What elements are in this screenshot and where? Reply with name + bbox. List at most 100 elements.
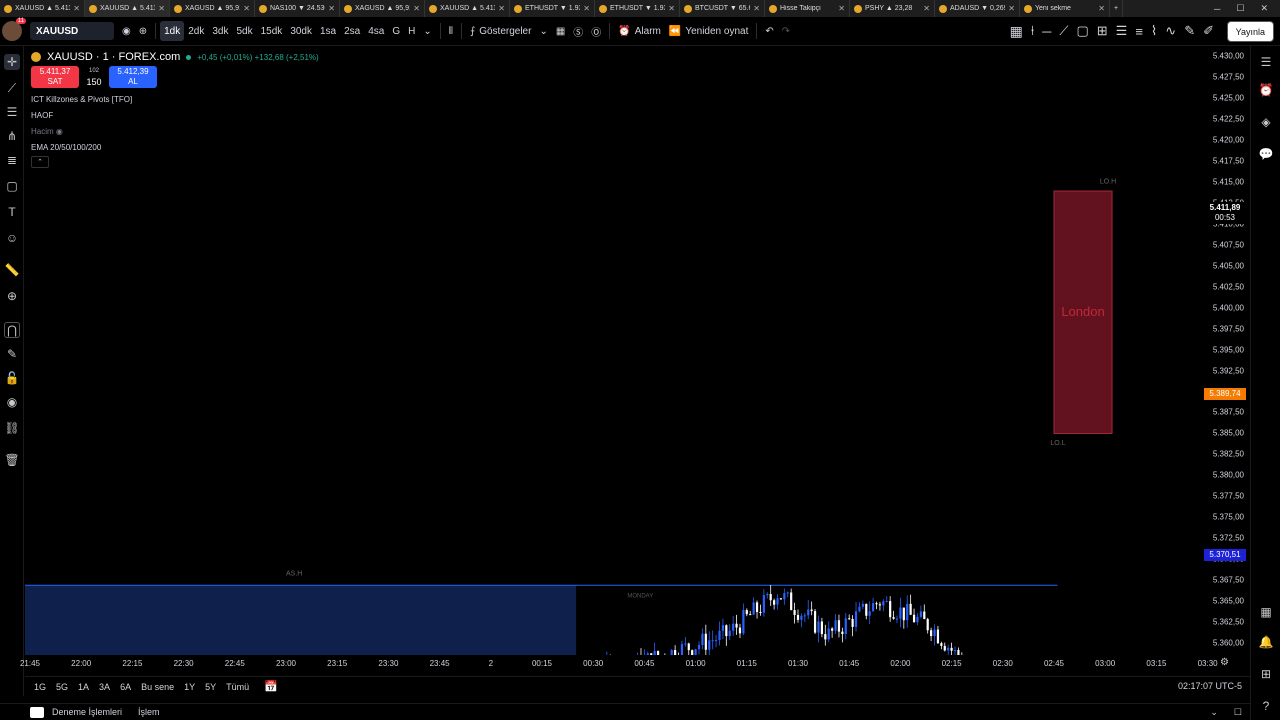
publish-button[interactable]: Yayınla (1226, 21, 1274, 42)
tab-close-icon[interactable]: ✕ (838, 4, 845, 13)
trash-icon[interactable]: 🗑 (4, 452, 20, 468)
collapse-legend-button[interactable]: ⌃ (31, 156, 49, 168)
interval-10[interactable]: H (404, 21, 419, 41)
interval-9[interactable]: G (388, 21, 404, 41)
calendar-icon[interactable]: ▦ (1258, 604, 1274, 620)
range-2[interactable]: 1A (73, 682, 94, 692)
highlighter-icon[interactable]: ✐ (1199, 21, 1218, 41)
range-8[interactable]: Tümü (221, 682, 254, 692)
tab-close-icon[interactable]: ✕ (753, 4, 760, 13)
browser-tab[interactable]: XAUUSD ▲ 5.411,3✕ (0, 0, 85, 17)
lock-icon[interactable]: 🔓 (4, 370, 20, 386)
tab-close-icon[interactable]: ✕ (498, 4, 505, 13)
rectangle-icon[interactable]: ▢ (1072, 21, 1092, 41)
browser-tab[interactable]: XAUUSD ▲ 5.411,3✕ (85, 0, 170, 17)
lock-drawing-icon[interactable]: ✎ (4, 346, 20, 362)
avatar[interactable]: 11 (2, 18, 26, 41)
maximize-icon[interactable]: ☐ (1236, 3, 1244, 14)
legend-title[interactable]: XAUUSD · 1 · FOREX.com (47, 51, 180, 63)
trendline-icon[interactable]: ⟋ (4, 80, 20, 96)
fib-icon[interactable]: ☰ (1112, 21, 1132, 41)
tab-paper-trading[interactable]: Deneme İşlemleri (44, 707, 130, 717)
eye-off-icon[interactable]: ◉ (56, 127, 63, 136)
sell-button[interactable]: 5.411,37 SAT (31, 66, 79, 88)
trendline-icon[interactable]: ⟋ (1055, 21, 1072, 41)
tab-close-icon[interactable]: ✕ (1098, 4, 1105, 13)
s-circle-icon[interactable]: Ⓢ (569, 21, 587, 41)
link-icon[interactable]: ⛓ (4, 420, 20, 436)
tab-close-icon[interactable]: ✕ (668, 4, 675, 13)
o-circle-icon[interactable]: Ⓞ (587, 21, 605, 41)
tab-close-icon[interactable]: ✕ (413, 4, 420, 13)
close-icon[interactable]: ✕ (1260, 3, 1268, 14)
watchlist-icon[interactable]: ☰ (1258, 54, 1274, 70)
eye-icon[interactable]: ◉ (118, 21, 135, 41)
interval-8[interactable]: 4sa (364, 21, 388, 41)
emoji-icon[interactable]: ☺ (4, 230, 20, 246)
browser-tab[interactable]: PSHY ▲ 23,28 ✕ (850, 0, 935, 17)
tab-close-icon[interactable]: ✕ (73, 4, 80, 13)
interval-6[interactable]: 1sa (316, 21, 340, 41)
indicator-haof[interactable]: HAOF (31, 108, 319, 124)
interval-1[interactable]: 2dk (184, 21, 208, 41)
range-1[interactable]: 5G (51, 682, 73, 692)
grid-icon[interactable]: ⊞ (1093, 21, 1112, 41)
tab-close-icon[interactable]: ✕ (923, 4, 930, 13)
indicator-killzones[interactable]: ICT Killzones & Pivots [TFO] (31, 92, 319, 108)
crosshair-icon[interactable]: ✛ (4, 54, 20, 70)
range-6[interactable]: 1Y (179, 682, 200, 692)
undo-icon[interactable]: ↶ (761, 21, 777, 41)
browser-tab[interactable]: XAGUSD ▲ 95,916✕ (340, 0, 425, 17)
brush-icon[interactable]: ✎ (1180, 21, 1199, 41)
browser-tab[interactable]: NAS100 ▼ 24.536 ✕ (255, 0, 340, 17)
clock[interactable]: 02:17:07 UTC-5 (1178, 681, 1242, 691)
buy-button[interactable]: 5.412,39 AL (109, 66, 157, 88)
tab-close-icon[interactable]: ✕ (328, 4, 335, 13)
add-symbol-icon[interactable]: ⊕ (135, 21, 151, 41)
cursor-line-icon[interactable]: ⍿ (1027, 21, 1038, 41)
browser-tab[interactable]: XAGUSD ▲ 95,916✕ (170, 0, 255, 17)
wave-icon[interactable]: ∿ (1161, 21, 1180, 41)
browser-tab[interactable]: ADAUSD ▼ 0,2697 ✕ (935, 0, 1020, 17)
visibility-icon[interactable]: ◉ (4, 394, 20, 410)
layers-icon[interactable]: ◈ (1258, 114, 1274, 130)
range-4[interactable]: 6A (115, 682, 136, 692)
templates-icon[interactable]: ▦ (552, 21, 569, 41)
replay-button[interactable]: ⏪ Yeniden oynat (665, 21, 752, 41)
indicators-button[interactable]: ⨍ Göstergeler (466, 21, 535, 41)
path-icon[interactable]: ⌇ (1147, 21, 1161, 41)
tab-close-icon[interactable]: ✕ (243, 4, 250, 13)
maximize-panel-icon[interactable]: ☐ (1226, 707, 1250, 718)
interval-7[interactable]: 2sa (340, 21, 364, 41)
notifications-icon[interactable]: 🔔 (1258, 634, 1274, 650)
date-range-icon[interactable]: 📅 (264, 680, 278, 693)
indicator-volume[interactable]: Hacim ◉ (31, 124, 319, 140)
range-0[interactable]: 1G (29, 682, 51, 692)
browser-tab[interactable]: ETHUSDT ▼ 1.933 ✕ (595, 0, 680, 17)
interval-0[interactable]: 1dk (160, 21, 185, 41)
browser-tab[interactable]: Hisse Takipçi ✕ (765, 0, 850, 17)
tab-close-icon[interactable]: ✕ (583, 4, 590, 13)
apps-icon[interactable]: ⊞ (1258, 666, 1274, 682)
range-7[interactable]: 5Y (200, 682, 221, 692)
new-tab-icon[interactable]: + (1110, 0, 1124, 17)
range-5[interactable]: Bu sene (136, 682, 179, 692)
candles-icon[interactable]: ⫴ (445, 21, 457, 41)
interval-5[interactable]: 30dk (286, 21, 316, 41)
minimize-icon[interactable]: ─ (1214, 4, 1220, 14)
chat-icon[interactable]: 💬 (1258, 146, 1274, 162)
browser-tab[interactable]: ETHUSDT ▼ 1.933 ✕ (510, 0, 595, 17)
alarm-button[interactable]: ⏰ Alarm (614, 21, 665, 41)
chevron-down-icon[interactable]: ⌄ (1202, 707, 1226, 718)
text-icon[interactable]: T (4, 204, 20, 220)
alerts-icon[interactable]: ⏰ (1258, 82, 1274, 98)
pitchfork-icon[interactable]: ⋔ (4, 128, 20, 144)
chevron-down-icon[interactable]: ⌄ (535, 21, 551, 41)
hlines-icon[interactable]: ☰ (4, 104, 20, 120)
interval-4[interactable]: 15dk (257, 21, 287, 41)
help-icon[interactable]: ? (1258, 698, 1274, 714)
symbol-search[interactable]: XAUUSD (30, 22, 114, 40)
settings-gear-icon[interactable]: ⚙ (1220, 657, 1229, 668)
time-scale[interactable]: 21:45 22:00 22:15 22:30 22:45 23:00 23:15 23:30… (20, 655, 1218, 673)
shapes-icon[interactable]: ▢ (4, 178, 20, 194)
